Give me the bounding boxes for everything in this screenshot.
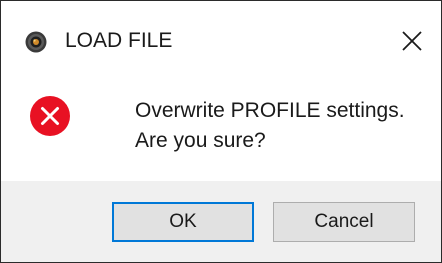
cancel-button[interactable]: Cancel [273, 202, 415, 242]
message-line-1: Overwrite PROFILE settings. [135, 99, 405, 122]
dialog-title: LOAD FILE [65, 29, 173, 52]
message-line-2: Are you sure? [135, 129, 266, 152]
message-text: Overwrite PROFILE settings. Are you sure… [135, 96, 405, 156]
message-area: Overwrite PROFILE settings. Are you sure… [1, 81, 441, 181]
ok-button[interactable]: OK [112, 202, 254, 242]
load-file-dialog: LOAD FILE Overwrite PROFILE settings. Ar… [0, 0, 442, 263]
error-icon [29, 95, 71, 137]
button-bar: OK Cancel [1, 181, 441, 262]
app-logo-icon [25, 31, 47, 53]
close-icon [402, 31, 422, 51]
close-button[interactable] [399, 28, 425, 54]
title-bar: LOAD FILE [1, 1, 441, 81]
